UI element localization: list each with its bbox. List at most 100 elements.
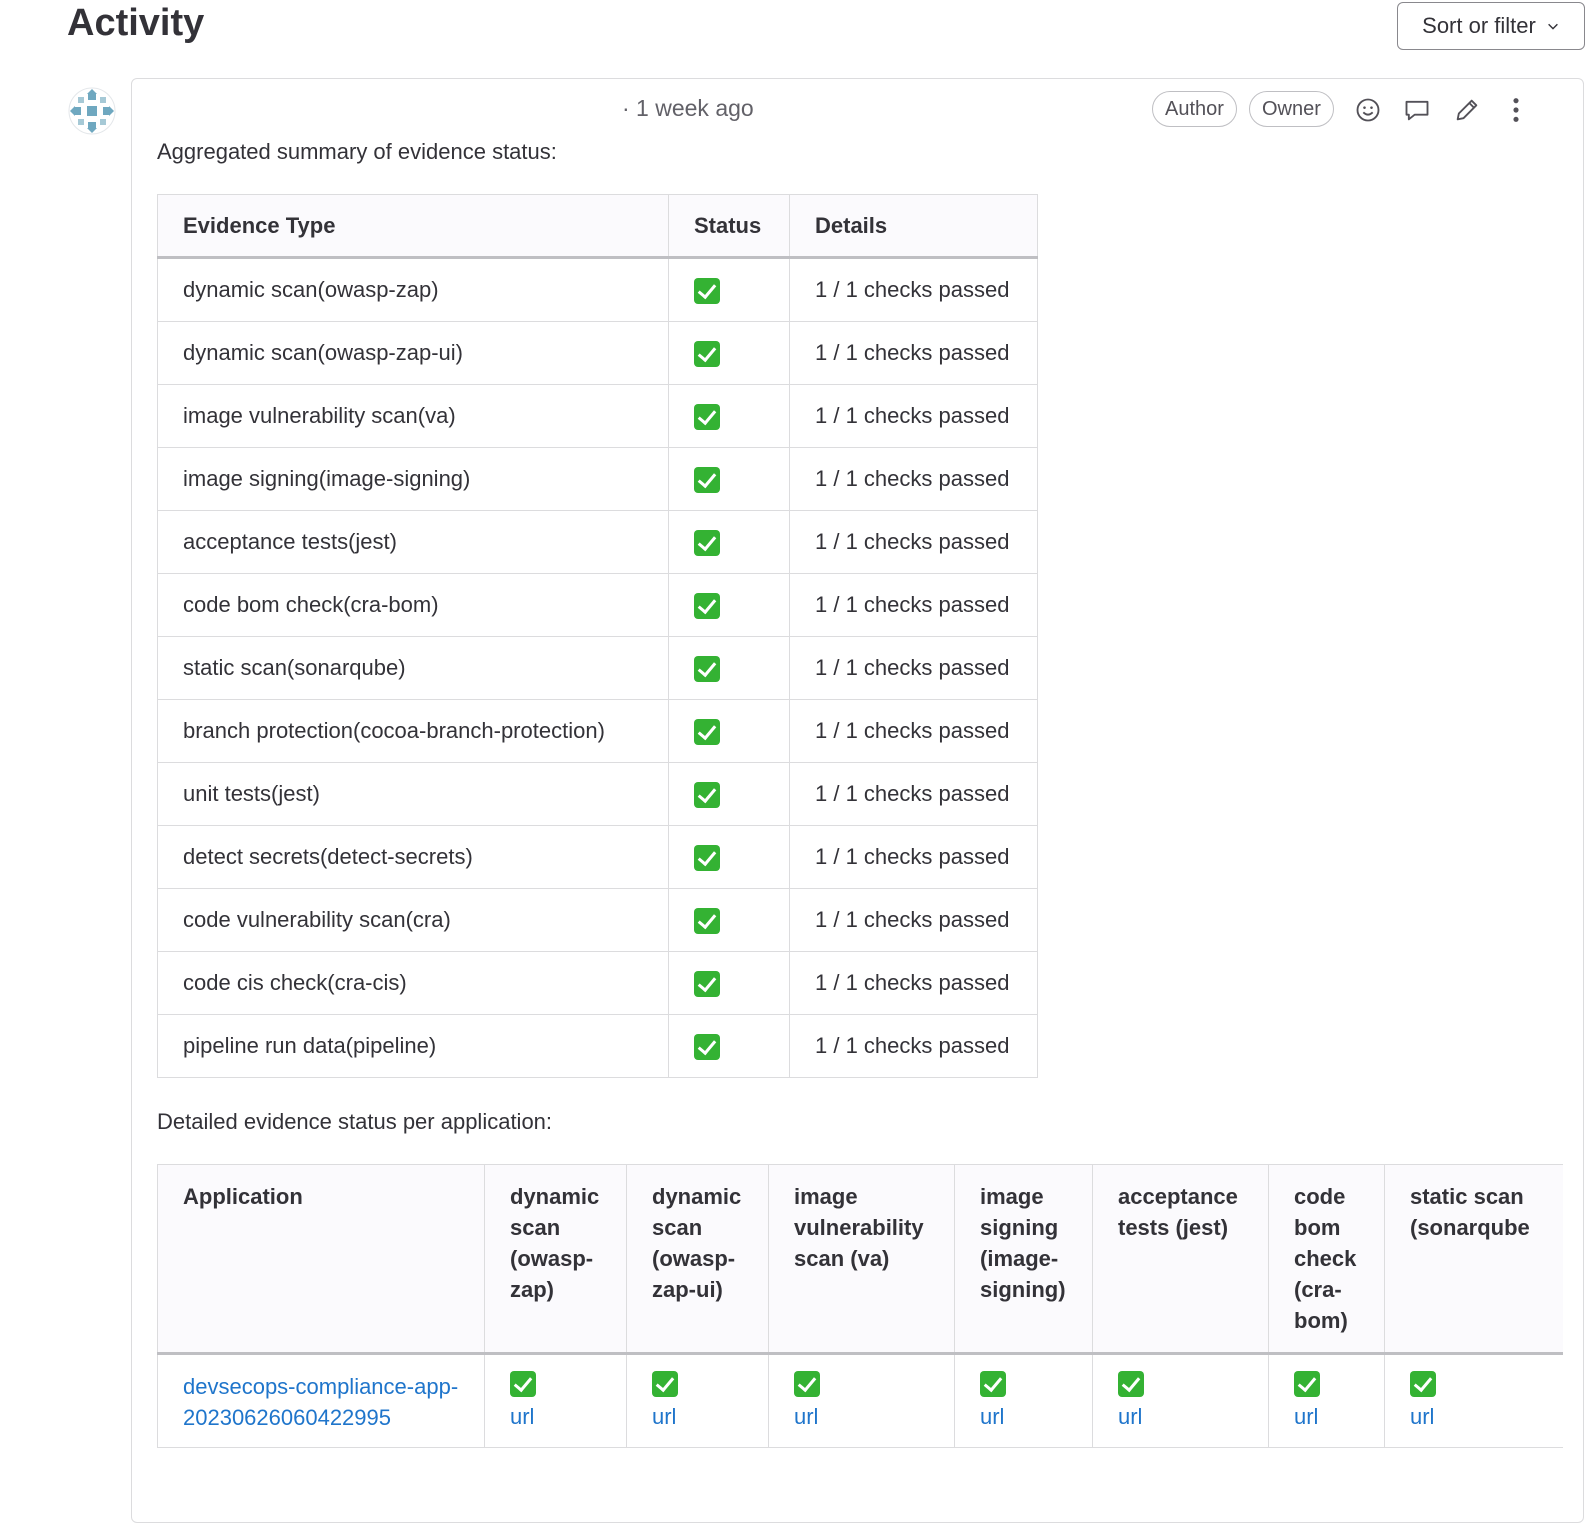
evidence-cell: url [484,1353,627,1448]
status-cell [668,762,790,826]
status-cell [668,636,790,700]
status-cell [668,510,790,574]
sort-or-filter-label: Sort or filter [1422,13,1536,38]
evidence-type-cell: dynamic scan(owasp-zap) [157,257,669,322]
evidence-type-cell: unit tests(jest) [157,762,669,826]
details-cell: 1 / 1 checks passed [789,636,1038,700]
check-mark-icon [694,592,720,619]
header-evidence-type: Evidence Type [157,194,669,259]
evidence-url-link[interactable]: url [1410,1401,1563,1432]
check-mark-icon [694,277,720,304]
details-cell: 1 / 1 checks passed [789,510,1038,574]
evidence-url-link[interactable]: url [1118,1401,1243,1432]
table-row: static scan(sonarqube) 1 / 1 checks pass… [157,636,1038,700]
status-cell [668,825,790,889]
check-mark-icon [694,1033,720,1060]
table-row: pipeline run data(pipeline) 1 / 1 checks… [157,1014,1038,1078]
header-image-signing: image signing (image-signing) [954,1164,1093,1355]
header-dynamic-scan-owasp-zap-ui: dynamic scan (owasp-zap-ui) [626,1164,769,1355]
details-cell: 1 / 1 checks passed [789,825,1038,889]
evidence-url-link[interactable]: url [980,1401,1067,1432]
details-cell: 1 / 1 checks passed [789,951,1038,1015]
add-reaction-button[interactable] [1351,93,1385,127]
table-row: acceptance tests(jest) 1 / 1 checks pass… [157,510,1038,574]
evidence-url-link[interactable]: url [510,1401,601,1432]
detail-header-row: Application dynamic scan (owasp-zap) dyn… [157,1164,1563,1355]
status-cell [668,1014,790,1078]
check-mark-icon [1410,1371,1436,1397]
summary-header-row: Evidence Type Status Details [157,194,1038,259]
check-mark-icon [694,970,720,997]
details-cell: 1 / 1 checks passed [789,1014,1038,1078]
pencil-icon [1456,99,1478,121]
details-cell: 1 / 1 checks passed [789,321,1038,385]
table-row: devsecops-compliance-app-202306260604229… [157,1353,1563,1448]
header-image-vulnerability-scan: image vulnerability scan (va) [768,1164,955,1355]
check-mark-icon [980,1371,1006,1397]
evidence-type-cell: branch protection(cocoa-branch-protectio… [157,699,669,763]
check-mark-icon [694,529,720,556]
table-row: code bom check(cra-bom) 1 / 1 checks pas… [157,573,1038,637]
activity-note: · 1 week ago Author Owner Aggregated sum… [131,78,1584,1523]
application-evidence-table: Application dynamic scan (owasp-zap) dyn… [157,1164,1563,1448]
evidence-cell: url [954,1353,1093,1448]
check-mark-icon [652,1371,678,1397]
check-mark-icon [694,718,720,745]
header-acceptance-tests: acceptance tests (jest) [1092,1164,1269,1355]
kebab-menu-icon [1513,98,1519,122]
evidence-cell: url [1268,1353,1385,1448]
details-cell: 1 / 1 checks passed [789,257,1038,322]
edit-button[interactable] [1450,93,1484,127]
table-row: image vulnerability scan(va) 1 / 1 check… [157,384,1038,448]
author-badge: Author [1152,91,1237,127]
evidence-url-link[interactable]: url [652,1401,743,1432]
owner-badge: Owner [1249,91,1334,127]
smiley-icon [1356,98,1380,122]
table-row: code cis check(cra-cis) 1 / 1 checks pas… [157,951,1038,1015]
reply-button[interactable] [1400,93,1434,127]
evidence-summary-table: Evidence Type Status Details dynamic sca… [157,194,1038,1078]
status-cell [668,573,790,637]
header-code-bom-check: code bom check (cra-bom) [1268,1164,1385,1355]
avatar[interactable] [67,86,117,136]
more-actions-button[interactable] [1499,93,1533,127]
details-cell: 1 / 1 checks passed [789,888,1038,952]
check-mark-icon [694,655,720,682]
status-cell [668,447,790,511]
details-cell: 1 / 1 checks passed [789,447,1038,511]
evidence-cell: url [1384,1353,1563,1448]
details-cell: 1 / 1 checks passed [789,699,1038,763]
header-status: Status [668,194,790,259]
evidence-url-link[interactable]: url [1294,1401,1359,1432]
check-mark-icon [694,340,720,367]
evidence-type-cell: static scan(sonarqube) [157,636,669,700]
evidence-cell: url [1092,1353,1269,1448]
header-dynamic-scan-owasp-zap: dynamic scan (owasp-zap) [484,1164,627,1355]
application-link[interactable]: devsecops-compliance-app-202306260604229… [183,1374,458,1430]
note-timestamp: · 1 week ago [622,95,754,121]
table-row: unit tests(jest) 1 / 1 checks passed [157,762,1038,826]
summary-intro-text: Aggregated summary of evidence status: [157,139,557,164]
status-cell [668,699,790,763]
evidence-type-cell: code vulnerability scan(cra) [157,888,669,952]
evidence-cell: url [626,1353,769,1448]
evidence-type-cell: dynamic scan(owasp-zap-ui) [157,321,669,385]
evidence-url-link[interactable]: url [794,1401,929,1432]
table-row: code vulnerability scan(cra) 1 / 1 check… [157,888,1038,952]
check-mark-icon [1118,1371,1144,1397]
status-cell [668,257,790,322]
page-title: Activity [67,2,205,44]
status-cell [668,888,790,952]
evidence-type-cell: detect secrets(detect-secrets) [157,825,669,889]
check-mark-icon [694,907,720,934]
header-static-scan: static scan (sonarqube [1384,1164,1563,1355]
evidence-type-cell: code bom check(cra-bom) [157,573,669,637]
check-mark-icon [694,844,720,871]
check-mark-icon [694,403,720,430]
detail-table-scroll[interactable]: Application dynamic scan (owasp-zap) dyn… [157,1164,1563,1454]
sort-or-filter-button[interactable]: Sort or filter [1397,2,1585,50]
application-cell: devsecops-compliance-app-202306260604229… [157,1353,485,1448]
details-cell: 1 / 1 checks passed [789,762,1038,826]
table-row: dynamic scan(owasp-zap-ui) 1 / 1 checks … [157,321,1038,385]
status-cell [668,384,790,448]
